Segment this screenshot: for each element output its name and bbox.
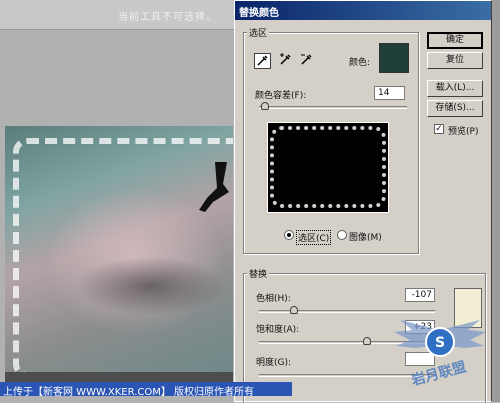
fuzziness-slider-track[interactable] xyxy=(259,106,407,109)
load-button[interactable]: 载入(L)... xyxy=(427,80,483,97)
radio-selection-label[interactable]: 选区(C) xyxy=(296,230,332,245)
eyedropper-plus-icon[interactable] xyxy=(277,53,294,69)
fuzziness-slider-thumb[interactable] xyxy=(261,102,269,110)
color-label: 颜色: xyxy=(349,58,371,68)
hue-slider-thumb[interactable] xyxy=(290,306,298,314)
fuzziness-label: 颜色容差(F): xyxy=(255,91,307,101)
site-logo-icon: S 岩月联盟 xyxy=(394,320,486,389)
reset-button[interactable]: 复位 xyxy=(427,52,483,69)
saturation-slider-thumb[interactable] xyxy=(363,337,371,345)
preview-checkbox-label[interactable]: 预览(P) xyxy=(448,124,478,137)
radio-selection[interactable] xyxy=(284,230,294,240)
hue-label: 色相(H): xyxy=(256,294,291,304)
lightness-label: 明度(G): xyxy=(256,358,292,368)
selection-color-swatch[interactable] xyxy=(379,43,409,73)
watermark-caption: 上传于【新客网 WWW.XKER.COM】 版权归原作者所有 xyxy=(0,382,292,398)
preview-selection-rim xyxy=(270,126,386,208)
eyedropper-minus-icon[interactable] xyxy=(298,53,315,69)
radio-image[interactable] xyxy=(337,230,347,240)
save-button[interactable]: 存储(S)... xyxy=(427,100,483,117)
right-panel-edge xyxy=(492,0,500,402)
replace-group-label: 替换 xyxy=(247,267,270,280)
radio-image-label[interactable]: 图像(M) xyxy=(349,230,382,243)
document-canvas[interactable] xyxy=(5,126,233,384)
selection-preview xyxy=(267,122,389,213)
fuzziness-input[interactable]: 14 xyxy=(374,86,405,100)
eyedropper-icon[interactable] xyxy=(254,53,271,69)
ok-button[interactable]: 确定 xyxy=(427,32,483,49)
skater-figure xyxy=(199,162,229,212)
tool-hint-text: 当前工具不可选择。 xyxy=(118,12,217,23)
selection-group-label: 选区 xyxy=(247,26,270,39)
svg-text:岩月联盟: 岩月联盟 xyxy=(409,358,468,389)
svg-text:S: S xyxy=(435,335,445,351)
dialog-title[interactable]: 替换颜色 xyxy=(235,1,491,20)
preview-checkbox[interactable]: ✓ xyxy=(434,124,444,134)
saturation-label: 饱和度(A): xyxy=(256,325,300,335)
